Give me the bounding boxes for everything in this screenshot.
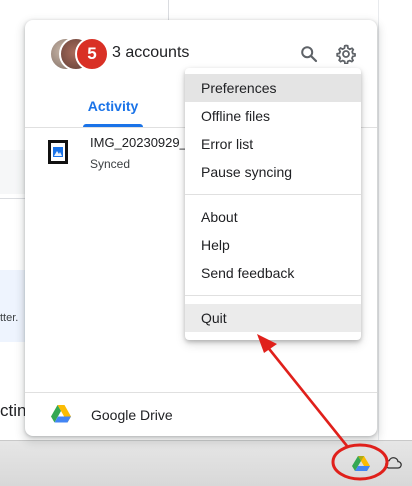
background-scroll-area	[378, 0, 412, 440]
background-text-fragment: tter.	[0, 312, 19, 324]
taskbar	[0, 440, 412, 486]
menu-item-error-list[interactable]: Error list	[185, 130, 361, 158]
background-text-fragment: ctin	[0, 401, 27, 420]
gear-icon[interactable]	[334, 42, 358, 66]
file-name: IMG_20230929_	[90, 135, 187, 150]
file-sync-status: Synced	[90, 157, 131, 171]
google-drive-icon	[51, 405, 71, 423]
background-banner	[0, 270, 28, 342]
panel-footer[interactable]: Google Drive	[25, 392, 377, 436]
menu-item-send-feedback[interactable]: Send feedback	[185, 259, 361, 287]
tab-activity-label: Activity	[87, 98, 139, 114]
cloud-icon[interactable]	[383, 455, 403, 471]
active-tab-indicator	[83, 124, 143, 127]
menu-item-preferences[interactable]: Preferences	[185, 74, 361, 102]
menu-item-quit[interactable]: Quit	[185, 304, 361, 332]
accounts-label[interactable]: 3 accounts	[112, 44, 189, 62]
tab-activity[interactable]: Activity	[75, 92, 151, 127]
account-avatars[interactable]: 5	[49, 37, 109, 71]
menu-item-about[interactable]: About	[185, 203, 361, 231]
google-drive-label: Google Drive	[91, 407, 173, 423]
menu-divider	[185, 194, 361, 195]
image-file-icon	[48, 140, 68, 164]
search-icon[interactable]	[297, 42, 321, 66]
divider	[168, 0, 169, 20]
background-row	[0, 150, 28, 194]
menu-item-help[interactable]: Help	[185, 231, 361, 259]
avatar-count-badge: 5	[75, 37, 109, 71]
menu-divider	[185, 295, 361, 296]
tray-google-drive-icon[interactable]	[350, 453, 372, 475]
menu-item-offline-files[interactable]: Offline files	[185, 102, 361, 130]
menu-item-pause-syncing[interactable]: Pause syncing	[185, 158, 361, 186]
settings-menu: Preferences Offline files Error list Pau…	[185, 68, 361, 340]
